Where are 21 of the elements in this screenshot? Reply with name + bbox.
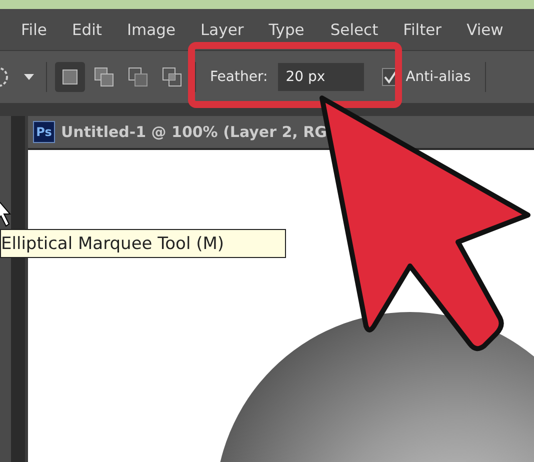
tooltip: Elliptical Marquee Tool (M)	[0, 229, 286, 258]
feather-label: Feather:	[210, 69, 268, 85]
document-title: Untitled-1 @ 100% (Layer 2, RG	[61, 123, 327, 141]
menu-item[interactable]: Type	[268, 20, 304, 38]
app-badge: Ps	[33, 121, 55, 143]
menu-item[interactable]: Select	[330, 20, 378, 38]
caret-icon[interactable]	[24, 74, 34, 80]
menu-item[interactable]: Layer	[200, 20, 244, 38]
selection-mode-icon	[162, 67, 182, 87]
menu-item[interactable]: Filter	[403, 20, 442, 38]
selection-mode-button[interactable]	[55, 62, 85, 92]
feather-field[interactable]: 20 px	[278, 63, 364, 91]
menu-item[interactable]: Image	[126, 20, 176, 38]
menu-item[interactable]: Edit	[72, 20, 102, 38]
selection-mode-icon	[94, 67, 114, 87]
anti-alias-label: Anti-alias	[406, 69, 471, 85]
selection-mode-icon	[128, 67, 148, 87]
ellipse-tool-icon[interactable]	[0, 65, 10, 89]
selection-mode-icon	[60, 67, 80, 87]
menu-item[interactable]: File	[21, 20, 47, 38]
menu-item[interactable]: View	[466, 20, 504, 38]
